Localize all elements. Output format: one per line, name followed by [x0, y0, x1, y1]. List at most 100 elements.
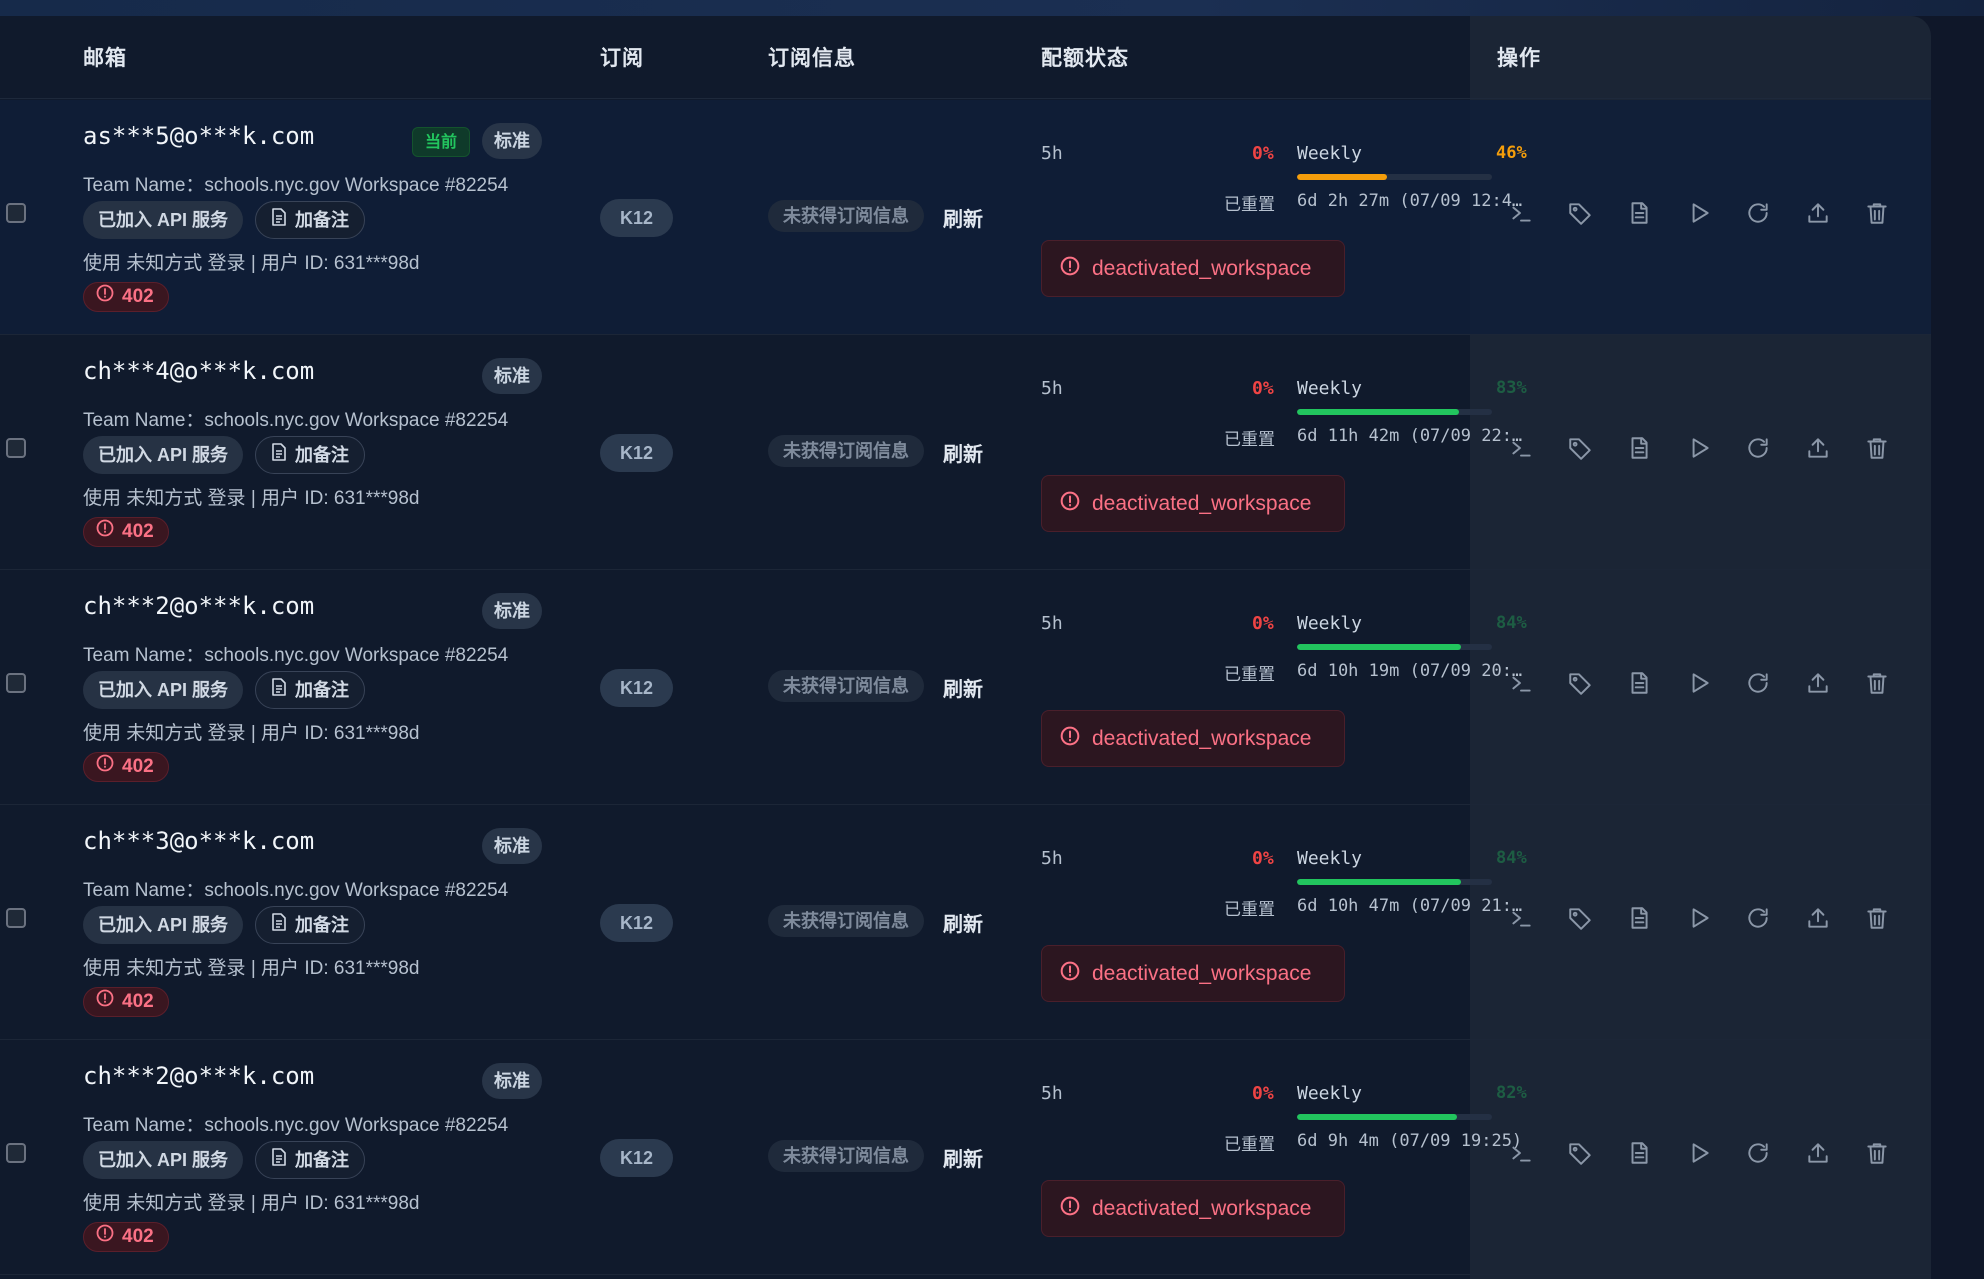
table-row: ch***4@o***k.com 标准 Team Name：schools.ny…: [0, 335, 1931, 570]
status-text: deactivated_workspace: [1092, 256, 1312, 280]
upload-icon[interactable]: [1803, 198, 1833, 228]
refresh-subscription-link[interactable]: 刷新: [943, 673, 983, 702]
quota-weekly-percent: 82%: [1496, 1083, 1527, 1103]
quota-5h-percent: 0%: [1252, 848, 1274, 869]
error-code: 402: [122, 756, 154, 777]
row-checkbox[interactable]: [6, 908, 26, 928]
alert-circle-icon: [1060, 726, 1080, 752]
trash-icon[interactable]: [1862, 668, 1892, 698]
header-sub-info: 订阅信息: [768, 47, 856, 70]
row-checkbox[interactable]: [6, 203, 26, 223]
terminal-icon[interactable]: [1506, 668, 1536, 698]
upload-icon[interactable]: [1803, 433, 1833, 463]
quota-5h-percent: 0%: [1252, 143, 1274, 164]
quota-5h-label: 5h: [1041, 143, 1063, 164]
login-info: 使用 未知方式 登录 | 用户 ID: 631***98d: [83, 958, 420, 979]
plan-badge: K12: [600, 1139, 673, 1177]
document-icon[interactable]: [1624, 1138, 1654, 1168]
document-icon[interactable]: [1624, 433, 1654, 463]
play-icon[interactable]: [1684, 198, 1714, 228]
add-note-label: 加备注: [295, 1150, 349, 1170]
table-row: ch***3@o***k.com 标准 Team Name：schools.ny…: [0, 805, 1931, 1040]
refresh-icon[interactable]: [1743, 668, 1773, 698]
account-email: ch***3@o***k.com: [83, 827, 315, 855]
accounts-table: 邮箱 订阅 订阅信息 配额状态 操作 as***5@o***k.com 当前 标…: [0, 16, 1931, 1279]
account-email: ch***4@o***k.com: [83, 357, 315, 385]
add-note-label: 加备注: [295, 210, 349, 230]
refresh-icon[interactable]: [1743, 433, 1773, 463]
plan-badge: K12: [600, 199, 673, 237]
weekly-progress-fill: [1297, 879, 1461, 885]
terminal-icon[interactable]: [1506, 198, 1536, 228]
play-icon[interactable]: [1684, 1138, 1714, 1168]
weekly-progress-bar: [1297, 409, 1492, 415]
terminal-icon[interactable]: [1506, 903, 1536, 933]
document-icon[interactable]: [1624, 903, 1654, 933]
add-note-button[interactable]: 加备注: [255, 201, 365, 239]
trash-icon[interactable]: [1862, 903, 1892, 933]
terminal-icon[interactable]: [1506, 1138, 1536, 1168]
status-badge: deactivated_workspace: [1041, 240, 1345, 297]
tag-icon[interactable]: [1565, 668, 1595, 698]
add-note-button[interactable]: 加备注: [255, 436, 365, 474]
refresh-icon[interactable]: [1743, 903, 1773, 933]
row-checkbox[interactable]: [6, 438, 26, 458]
refresh-subscription-link[interactable]: 刷新: [943, 1143, 983, 1172]
refresh-icon[interactable]: [1743, 1138, 1773, 1168]
trash-icon[interactable]: [1862, 198, 1892, 228]
note-icon: [271, 1142, 287, 1178]
add-note-label: 加备注: [295, 445, 349, 465]
tag-icon[interactable]: [1565, 903, 1595, 933]
upload-icon[interactable]: [1803, 903, 1833, 933]
upload-icon[interactable]: [1803, 1138, 1833, 1168]
refresh-subscription-link[interactable]: 刷新: [943, 203, 983, 232]
play-icon[interactable]: [1684, 433, 1714, 463]
team-name: Team Name：schools.nyc.gov Workspace #822…: [83, 1115, 509, 1136]
subscription-info: 未获得订阅信息: [768, 200, 924, 232]
plan-badge: K12: [600, 434, 673, 472]
alert-circle-icon: [96, 1223, 114, 1251]
error-code: 402: [122, 991, 154, 1012]
alert-circle-icon: [96, 518, 114, 546]
error-badge: 402: [83, 987, 169, 1017]
row-checkbox[interactable]: [6, 1143, 26, 1163]
quota-5h-label: 5h: [1041, 1083, 1063, 1104]
refresh-icon[interactable]: [1743, 198, 1773, 228]
table-header: 邮箱 订阅 订阅信息 配额状态 操作: [0, 16, 1931, 99]
reset-label: 已重置: [1224, 195, 1275, 214]
error-code: 402: [122, 286, 154, 307]
quota-5h-percent: 0%: [1252, 1083, 1274, 1104]
tag-icon[interactable]: [1565, 1138, 1595, 1168]
refresh-subscription-link[interactable]: 刷新: [943, 908, 983, 937]
document-icon[interactable]: [1624, 198, 1654, 228]
trash-icon[interactable]: [1862, 1138, 1892, 1168]
status-badge: deactivated_workspace: [1041, 1180, 1345, 1237]
play-icon[interactable]: [1684, 903, 1714, 933]
status-text: deactivated_workspace: [1092, 1196, 1312, 1220]
add-note-button[interactable]: 加备注: [255, 671, 365, 709]
note-icon: [271, 907, 287, 943]
row-checkbox[interactable]: [6, 673, 26, 693]
refresh-subscription-link[interactable]: 刷新: [943, 438, 983, 467]
add-note-button[interactable]: 加备注: [255, 1141, 365, 1179]
play-icon[interactable]: [1684, 668, 1714, 698]
account-email: ch***2@o***k.com: [83, 1062, 315, 1090]
type-badge: 标准: [482, 593, 542, 629]
add-note-button[interactable]: 加备注: [255, 906, 365, 944]
terminal-icon[interactable]: [1506, 433, 1536, 463]
api-service-badge: 已加入 API 服务: [83, 201, 244, 239]
api-service-badge: 已加入 API 服务: [83, 906, 244, 944]
document-icon[interactable]: [1624, 668, 1654, 698]
quota-weekly-label: Weekly: [1297, 848, 1363, 869]
reset-label: 已重置: [1224, 430, 1275, 449]
alert-circle-icon: [96, 988, 114, 1016]
tag-icon[interactable]: [1565, 198, 1595, 228]
weekly-progress-bar: [1297, 174, 1492, 180]
upload-icon[interactable]: [1803, 668, 1833, 698]
weekly-progress-bar: [1297, 1114, 1492, 1120]
trash-icon[interactable]: [1862, 433, 1892, 463]
tag-icon[interactable]: [1565, 433, 1595, 463]
api-service-badge: 已加入 API 服务: [83, 1141, 244, 1179]
subscription-info: 未获得订阅信息: [768, 905, 924, 937]
header-quota: 配额状态: [1041, 47, 1129, 70]
